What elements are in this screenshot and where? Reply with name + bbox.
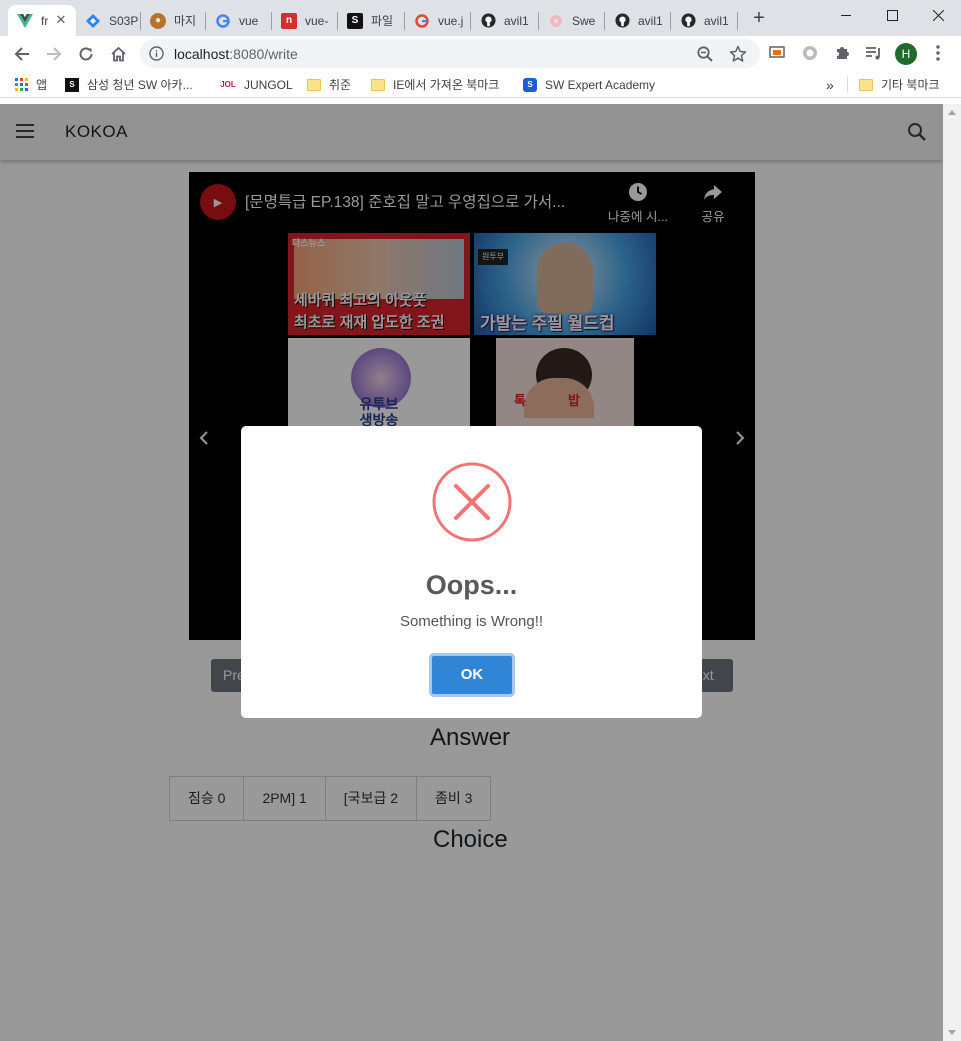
profile-avatar[interactable]: H (895, 43, 917, 65)
url-text[interactable]: localhost:8080/write (174, 46, 298, 62)
error-x-icon (432, 462, 512, 542)
bookmarks-divider (847, 76, 848, 93)
folder-icon (859, 78, 873, 92)
tab[interactable]: vue.j (405, 5, 469, 36)
back-arrow-icon (14, 47, 29, 61)
tab[interactable]: avil1 (671, 5, 735, 36)
apps-grid-icon (14, 78, 28, 92)
monkey-icon: ● (150, 12, 166, 29)
forward-button[interactable] (40, 40, 68, 68)
github-icon (614, 13, 630, 29)
browser-toolbar: localhost:8080/write H (0, 36, 961, 71)
bookmark-folder[interactable]: IE에서 가져온 북마크 (371, 76, 499, 93)
address-bar[interactable]: localhost:8080/write (140, 39, 760, 68)
back-button[interactable] (8, 40, 36, 68)
tab[interactable]: ● 마지 (141, 5, 205, 36)
home-button[interactable] (104, 40, 132, 68)
google-icon (414, 13, 430, 29)
samsung-icon: S (65, 77, 79, 92)
forward-arrow-icon (47, 47, 62, 61)
info-icon[interactable] (149, 46, 164, 61)
star-icon[interactable] (729, 45, 747, 63)
reload-icon (79, 47, 93, 61)
zoom-icon[interactable] (696, 45, 714, 63)
jira-icon (85, 13, 101, 29)
bookmark-folder[interactable]: 취준 (307, 76, 351, 93)
close-window-button[interactable] (915, 0, 961, 30)
swea-icon: S (523, 77, 537, 92)
maximize-button[interactable] (869, 0, 915, 30)
tab[interactable]: Swe (539, 5, 603, 36)
folder-icon (371, 78, 385, 92)
new-tab-button[interactable]: + (749, 8, 769, 28)
scroll-down-icon[interactable] (948, 1030, 956, 1035)
bookmark-apps[interactable]: 앱 (14, 76, 47, 93)
bookmark-item[interactable]: S SW Expert Academy (523, 76, 655, 93)
tab-strip: fr ✕ S03P ● 마지 vue n vue- S 파일 vue.j avi… (0, 0, 961, 36)
cast-extension-icon[interactable] (768, 44, 786, 62)
other-bookmarks-folder[interactable]: 기타 북마크 (859, 76, 940, 93)
github-icon (680, 13, 696, 29)
donut-icon (548, 13, 564, 29)
bookmarks-overflow-button[interactable]: » (826, 76, 834, 93)
menu-kebab-icon[interactable] (929, 44, 947, 62)
tab[interactable]: avil1 (471, 5, 535, 36)
modal-title: Oops... (425, 570, 518, 600)
tab-active[interactable]: fr ✕ (8, 5, 76, 36)
extensions-puzzle-icon[interactable] (833, 44, 851, 62)
google-icon (215, 13, 231, 29)
tab[interactable]: S03P (76, 5, 140, 36)
scrollbar[interactable] (943, 104, 961, 1041)
n-icon: n (281, 12, 297, 29)
tab[interactable]: avil1 (605, 5, 669, 36)
circle-extension-icon[interactable] (801, 44, 819, 62)
tab[interactable]: n vue- (272, 5, 336, 36)
github-icon (480, 13, 496, 29)
error-modal: Oops... Something is Wrong!! OK (241, 426, 702, 718)
bookmark-item[interactable]: JOL JUNGOL (220, 76, 292, 93)
bookmark-item[interactable]: S 삼성 청년 SW 아카... (65, 76, 193, 93)
media-control-icon[interactable] (864, 44, 882, 62)
bookmarks-bar: 앱 S 삼성 청년 SW 아카... JOL JUNGOL 취준 IE에서 가져… (0, 71, 961, 98)
close-tab-icon[interactable]: ✕ (54, 13, 68, 27)
modal-message: Something is Wrong!! (399, 613, 544, 630)
ok-button[interactable]: OK (429, 653, 515, 697)
vue-icon (17, 13, 33, 29)
jol-icon: JOL (220, 80, 236, 89)
home-icon (110, 46, 126, 62)
tab[interactable]: vue (206, 5, 270, 36)
tab-separator (737, 12, 738, 30)
minimize-button[interactable] (823, 0, 869, 30)
tab[interactable]: S 파일 (338, 5, 402, 36)
scroll-up-icon[interactable] (948, 110, 956, 115)
folder-icon (307, 78, 321, 92)
reload-button[interactable] (72, 40, 100, 68)
samsung-icon: S (347, 12, 363, 29)
